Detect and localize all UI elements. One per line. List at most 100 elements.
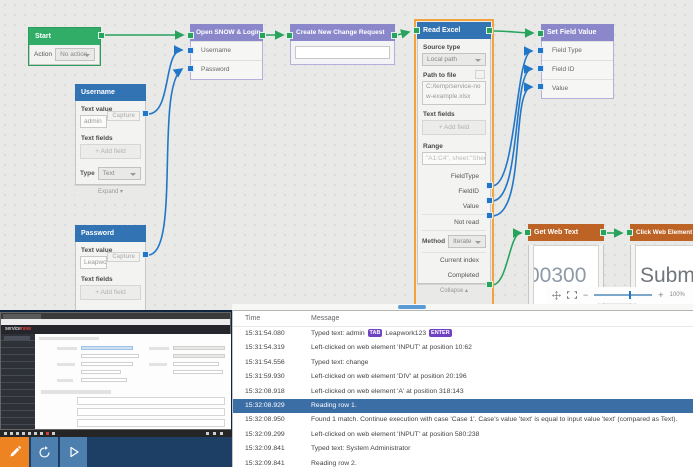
- key-badge: ENTER: [429, 329, 452, 337]
- input-username[interactable]: Username: [191, 41, 262, 60]
- node-username[interactable]: Username Text value Capture admin Text f…: [75, 84, 146, 198]
- video-timeline-strip[interactable]: [0, 430, 232, 437]
- node-username-title: Username: [75, 84, 146, 101]
- log-row[interactable]: 15:32:09.841 Reading row 2.: [233, 457, 693, 467]
- add-field-button[interactable]: + Add field: [80, 285, 141, 300]
- log-time: 15:32:09.841: [245, 445, 285, 453]
- node-start[interactable]: Start Action No action: [28, 27, 101, 66]
- node-open-snow-title: Open SNOW & Login: [190, 24, 263, 41]
- log-time: 15:32:08.918: [245, 387, 285, 395]
- input-field-id[interactable]: Field ID: [542, 60, 613, 79]
- play-icon: [69, 446, 79, 458]
- log-row[interactable]: 15:32:08.929 Reading row 1.: [233, 398, 693, 414]
- create-request-input[interactable]: [295, 46, 390, 59]
- playback-controls: [0, 437, 232, 467]
- add-field-button[interactable]: + Add field: [80, 144, 141, 159]
- port-open-snow-password-in[interactable]: [187, 65, 194, 72]
- collapse-button[interactable]: Collapse ▴: [417, 284, 491, 297]
- output-fieldtype[interactable]: FieldType: [422, 169, 486, 184]
- port-open-snow-in[interactable]: [187, 32, 194, 39]
- edit-button[interactable]: [0, 437, 29, 467]
- text-value-label: Text value Capture: [81, 247, 140, 262]
- port-username-out[interactable]: [142, 110, 149, 117]
- log-message: Left-clicked on web element 'A' at posit…: [311, 387, 464, 395]
- input-value[interactable]: Value: [542, 79, 613, 98]
- port-click-web-element-in[interactable]: [626, 229, 633, 236]
- log-message: Typed text: admin TAB Leapwork123 ENTER: [311, 329, 452, 337]
- port-start-out[interactable]: [98, 32, 105, 39]
- path-to-file-label: Path to file: [423, 70, 485, 79]
- port-fieldid-out[interactable]: [486, 197, 493, 204]
- output-fieldid[interactable]: FieldID: [422, 184, 486, 199]
- log-row[interactable]: 15:32:09.299 Left-clicked on web element …: [233, 428, 693, 442]
- username-value-input[interactable]: admin: [80, 115, 108, 128]
- node-create-request-title: Create New Change Request: [290, 24, 395, 41]
- log-row[interactable]: 15:31:54.080 Typed text: admin TAB Leapwo…: [233, 327, 693, 341]
- port-open-snow-out[interactable]: [259, 32, 266, 39]
- port-get-web-text-out[interactable]: [600, 229, 607, 236]
- output-current-index[interactable]: Current index: [422, 252, 486, 268]
- node-create-change-request[interactable]: Create New Change Request: [290, 24, 395, 65]
- log-message: Typed text: change: [311, 358, 369, 366]
- servicenow-form: [35, 334, 231, 429]
- input-password[interactable]: Password: [191, 60, 262, 79]
- expand-button[interactable]: Expand ▾: [75, 185, 146, 198]
- log-row[interactable]: 15:32:09.841 Typed text: System Administr…: [233, 442, 693, 456]
- node-read-excel[interactable]: Read Excel Source type Local path Path t…: [417, 22, 491, 297]
- flow-canvas[interactable]: Start Action No action Open SNOW & Login…: [0, 0, 693, 310]
- canvas-zoom-toolbar: − + 100%: [546, 287, 693, 303]
- source-type-select[interactable]: Local path: [422, 53, 486, 66]
- log-row[interactable]: 15:31:54.319 Left-clicked on web element …: [233, 341, 693, 355]
- method-select[interactable]: Iterate: [448, 235, 486, 248]
- video-preview-panel: servicenow: [0, 310, 232, 467]
- log-message: Found 1 match. Continue execution with c…: [311, 416, 678, 424]
- port-value-in[interactable]: [537, 83, 544, 90]
- canvas-scrollbar-thumb[interactable]: [398, 305, 426, 309]
- port-field-type-in[interactable]: [537, 47, 544, 54]
- zoom-in-button[interactable]: +: [658, 290, 663, 300]
- port-create-request-out[interactable]: [391, 32, 398, 39]
- log-row[interactable]: 15:32:08.950 Found 1 match. Continue exec…: [233, 413, 693, 427]
- port-create-request-in[interactable]: [286, 32, 293, 39]
- output-value[interactable]: Value: [422, 199, 486, 214]
- port-value-out[interactable]: [486, 212, 493, 219]
- fit-to-screen-icon[interactable]: [567, 291, 577, 299]
- output-not-read[interactable]: Not read: [422, 214, 486, 230]
- port-completed-out[interactable]: [486, 281, 493, 288]
- input-field-type[interactable]: Field Type: [542, 41, 613, 60]
- port-read-excel-in[interactable]: [413, 27, 420, 34]
- zoom-slider[interactable]: [594, 291, 653, 299]
- log-row[interactable]: 15:31:59.930 Left-clicked on web element …: [233, 370, 693, 384]
- port-read-excel-out[interactable]: [486, 27, 493, 34]
- add-field-button[interactable]: + Add field: [422, 120, 486, 135]
- port-get-web-text-in[interactable]: [524, 229, 531, 236]
- log-time: 15:32:08.950: [245, 416, 285, 424]
- text-fields-label: Text fields: [81, 276, 113, 283]
- path-capture-button[interactable]: [475, 70, 485, 79]
- node-open-snow-login[interactable]: Open SNOW & Login Username Password: [190, 24, 263, 80]
- port-open-snow-username-in[interactable]: [187, 47, 194, 54]
- action-select[interactable]: No action: [55, 48, 95, 61]
- text-fields-label: Text fields: [81, 135, 113, 142]
- log-column-time: Time: [245, 315, 261, 322]
- password-value-input[interactable]: Leapwork123: [80, 256, 108, 269]
- node-set-field-value[interactable]: Set Field Value Field Type Field ID Valu…: [541, 24, 614, 99]
- type-select[interactable]: Text: [97, 167, 141, 180]
- video-preview-frame[interactable]: servicenow: [0, 312, 231, 430]
- output-completed[interactable]: Completed: [422, 268, 486, 283]
- range-input[interactable]: "A1:C4", sheet:"Sheet1": [422, 152, 486, 165]
- log-row[interactable]: 15:31:54.556 Typed text: change: [233, 356, 693, 370]
- log-row[interactable]: 15:32:08.918 Left-clicked on web element …: [233, 385, 693, 399]
- port-set-field-value-in[interactable]: [537, 30, 544, 37]
- path-to-file-input[interactable]: C:/temp/service-now-example.xlsx: [422, 81, 486, 105]
- play-button[interactable]: [60, 437, 87, 467]
- refresh-button[interactable]: [31, 437, 58, 467]
- zoom-out-button[interactable]: −: [583, 290, 588, 300]
- port-fieldtype-out[interactable]: [486, 182, 493, 189]
- pan-icon[interactable]: [552, 290, 561, 300]
- port-field-id-in[interactable]: [537, 65, 544, 72]
- port-password-out[interactable]: [142, 251, 149, 258]
- node-password[interactable]: Password Text value Capture Leapwork123 …: [75, 225, 146, 310]
- zoom-slider-handle[interactable]: [629, 291, 632, 299]
- log-time: 15:31:54.080: [245, 330, 285, 337]
